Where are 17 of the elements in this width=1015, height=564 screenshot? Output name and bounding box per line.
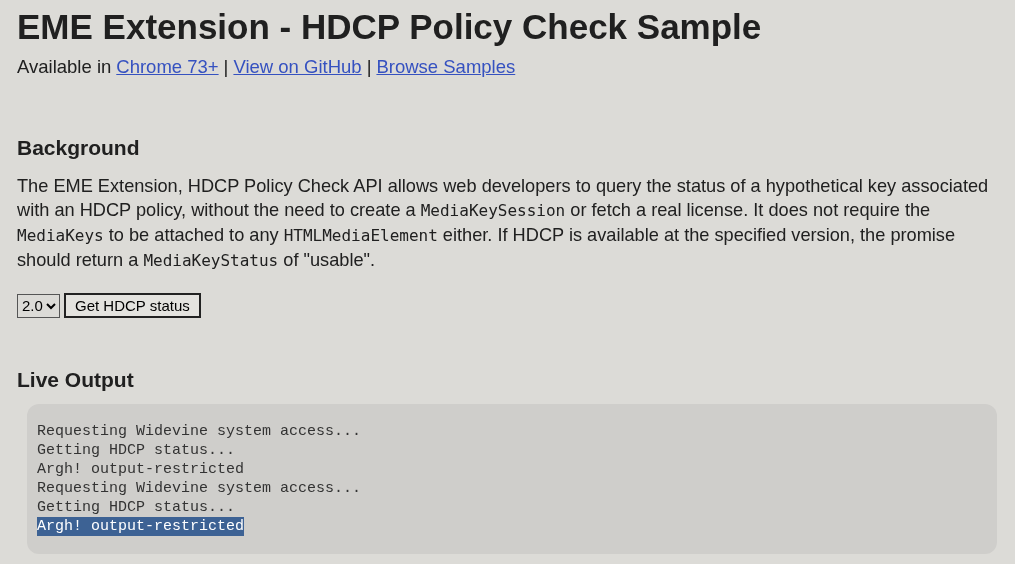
page-title: EME Extension - HDCP Policy Check Sample [17, 6, 763, 48]
separator: | [223, 56, 229, 78]
output-line: Getting HDCP status... [37, 441, 236, 460]
section-heading: Live Output [17, 368, 135, 392]
section-heading: Background [17, 136, 141, 160]
availability-label: Available in [17, 56, 112, 78]
description-paragraph: The EME Extension, HDCP Policy Check API allows web developers to query the status of a hypothetical key associated with an HDCP policy, without the need to create a MediaKeySession or fetch a real license. It does not require the MediaKeys to be attached to any HTMLMediaElement either. If HDCP is available at the specified version, the promise should return a MediaKeyStatus of "usable". [17, 175, 990, 272]
output-line: Getting HDCP status... [37, 498, 236, 517]
output-line: Argh! output-restricted [37, 460, 245, 479]
link[interactable]: View on GitHub [233, 56, 362, 78]
link[interactable]: Browse Samples [376, 56, 516, 78]
link[interactable]: Chrome 73+ [116, 56, 219, 78]
output-line: Requesting Widevine system access... [37, 422, 362, 441]
version-select[interactable]: 2.0 [17, 293, 60, 318]
output-line: Requesting Widevine system access... [37, 479, 362, 498]
get-status-button[interactable]: Get HDCP status [64, 293, 201, 318]
separator: | [366, 56, 372, 78]
